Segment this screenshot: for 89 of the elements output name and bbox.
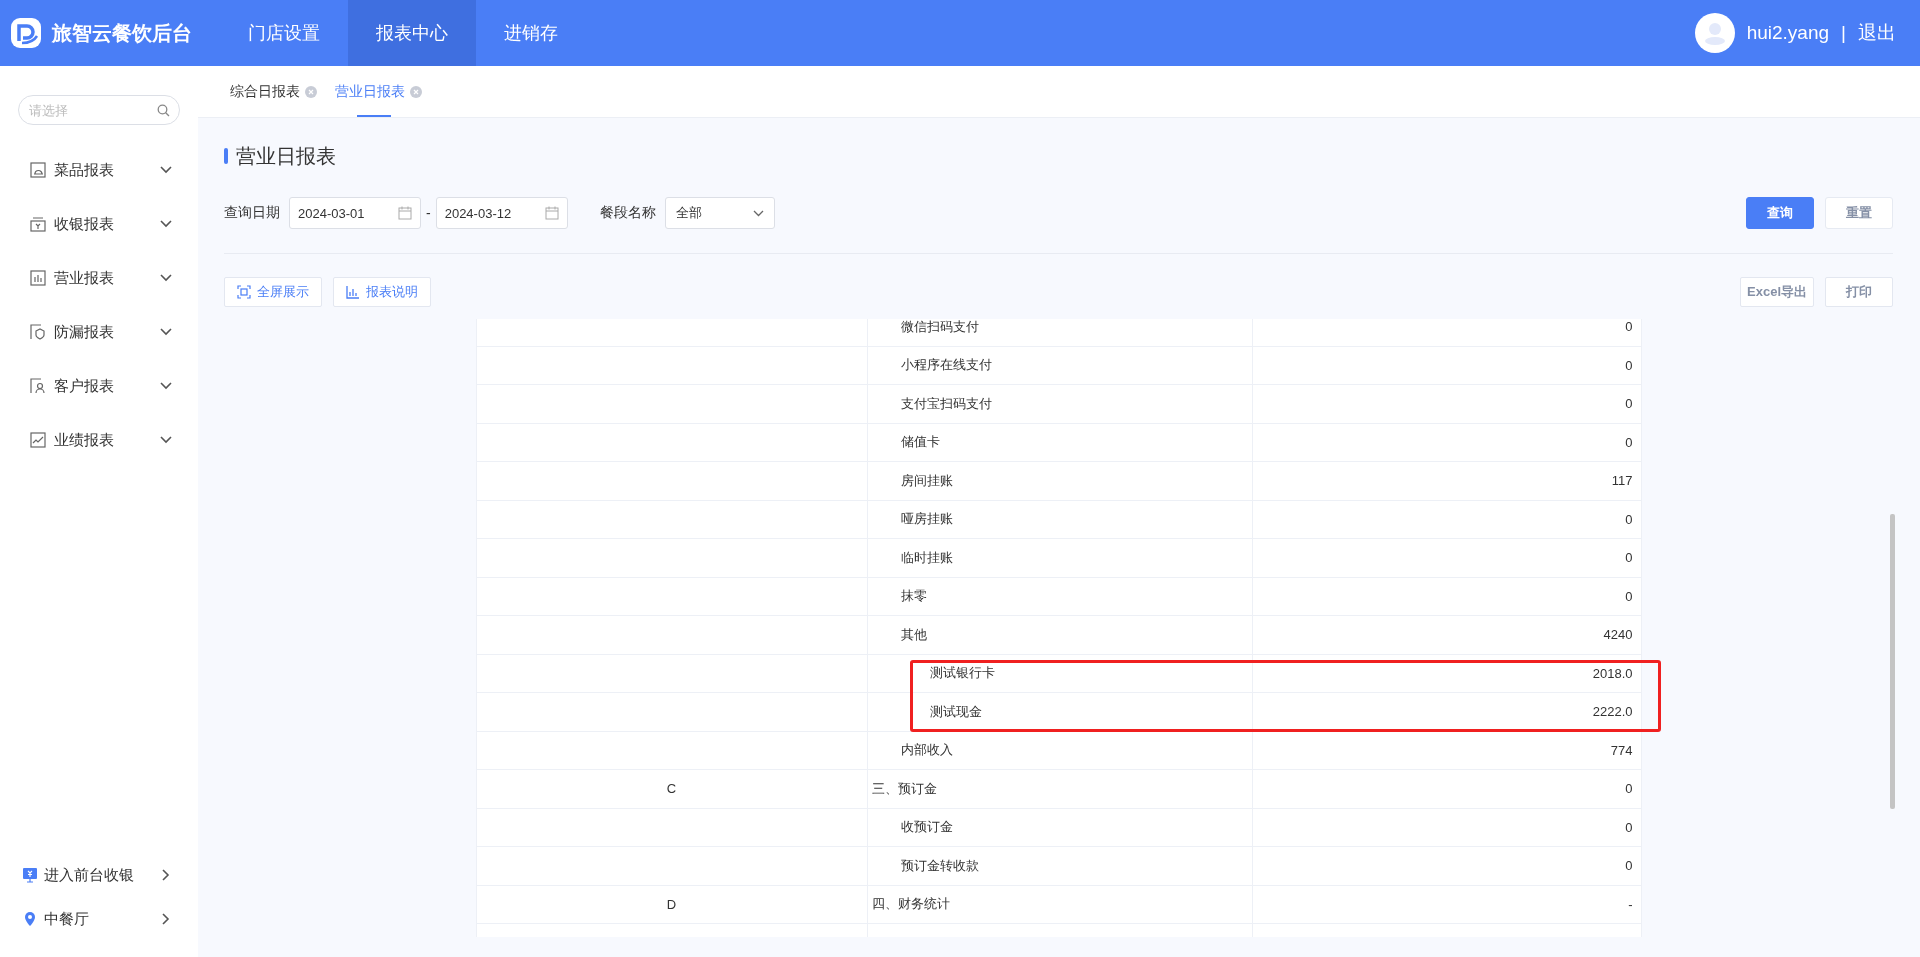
table-cell: 预订金转收款 [867,847,1253,885]
fullscreen-button[interactable]: 全屏展示 [224,277,322,307]
table-cell: 三、预订金 [867,770,1253,808]
chevron-right-icon [162,913,170,925]
table-cell: 0 [1252,500,1642,538]
sidebar-item[interactable]: 菜品报表 [0,143,198,197]
nav-tab[interactable]: 门店设置 [220,0,348,66]
shield-report-icon [30,324,46,340]
table-cell: 4240 [1252,616,1642,654]
table-cell: 0 [1252,847,1642,885]
customer-report-icon [30,378,46,394]
table-cell: 2222.0 [1252,693,1642,731]
table-cell: 0 [1252,808,1642,846]
table-cell: 收预订金 [867,808,1253,846]
chevron-down-icon [160,220,172,228]
page-tab[interactable]: 综合日报表 [230,66,317,117]
table-cell: 其他 [867,616,1253,654]
table-cell: 四、财务统计 [867,885,1253,923]
table-cell: C [475,770,868,808]
close-icon[interactable] [305,85,317,98]
nav-tab[interactable]: 进销存 [476,0,586,66]
logout-link[interactable]: 退出 [1858,20,1896,46]
close-icon[interactable] [410,85,422,98]
chevron-down-icon [160,166,172,174]
meal-period-select[interactable]: 全部 [664,197,775,229]
table-cell: 测试银行卡 [867,654,1253,692]
page-title: 营业日报表 [236,143,336,169]
fullscreen-icon [237,285,251,299]
table-cell: 临时挂账 [867,539,1253,577]
table-cell: 0 [1252,423,1642,461]
separator-text: | [1841,22,1846,44]
sidebar-item[interactable]: 收银报表 [0,197,198,251]
table-cell: 哑房挂账 [867,500,1253,538]
table-cell: 0 [1252,539,1642,577]
table-cell: - [1252,885,1642,923]
avatar-icon[interactable] [1694,13,1735,53]
table-cell: 房间挂账 [867,462,1253,500]
bar-chart-icon [346,285,360,299]
business-report-icon [30,270,46,286]
table-cell: 0 [1252,385,1642,423]
scrollbar-thumb[interactable] [1890,514,1895,809]
monitor-icon [22,867,38,883]
table-cell: 2018.0 [1252,654,1642,692]
logo-icon [10,17,42,49]
table-cell: 小程序在线支付 [867,346,1253,384]
chevron-down-icon [160,436,172,444]
sidebar-link[interactable]: 进入前台收银 [0,853,198,897]
table-cell: 支付宝扫码支付 [867,385,1253,423]
chevron-down-icon [160,382,172,390]
chevron-right-icon [162,869,170,881]
chevron-down-icon [160,274,172,282]
table-cell: 微信扫码支付 [867,319,1253,346]
caret-icon [752,209,764,217]
calendar-icon [398,206,412,220]
cashier-report-icon [30,216,46,232]
chevron-down-icon [160,328,172,336]
table-cell: 774 [1252,731,1642,769]
trend-report-icon [30,432,46,448]
sidebar-item[interactable]: 营业报表 [0,251,198,305]
page-tab[interactable]: 营业日报表 [335,66,422,117]
nav-tab[interactable]: 报表中心 [348,0,476,66]
search-field[interactable]: 请选择 [18,95,180,125]
table-cell: 0 [1252,770,1642,808]
brand-title: 旅智云餐饮后台 [52,20,192,46]
table-cell: 内部收入 [867,731,1253,769]
range-separator: - [426,205,431,221]
report-info-button[interactable]: 报表说明 [333,277,431,307]
username: hui2.yang [1746,22,1830,44]
sidebar-item[interactable]: 客户报表 [0,359,198,413]
search-icon [157,104,170,117]
table-cell: D [475,885,868,923]
query-button[interactable]: 查询 [1746,197,1814,229]
date-label: 查询日期 [224,204,280,222]
end-date-field[interactable]: 2024-03-12 [435,197,568,229]
dish-report-icon [30,162,46,178]
sidebar-link[interactable]: 中餐厅 [0,897,198,941]
sidebar-item[interactable]: 防漏报表 [0,305,198,359]
table-cell: 测试现金 [867,693,1253,731]
table-cell: 0 [1252,319,1642,346]
table-cell: 储值卡 [867,423,1253,461]
start-date-field[interactable]: 2024-03-01 [289,197,421,229]
calendar-icon [544,206,559,220]
sidebar-item[interactable]: 业绩报表 [0,413,198,467]
table-cell: 117 [1252,462,1642,500]
table-cell: 0 [1252,577,1642,615]
table-cell: 0 [1252,346,1642,384]
table-cell: 抹零 [867,577,1253,615]
meal-period-label: 餐段名称 [599,204,656,222]
map-pin-icon [22,911,38,927]
